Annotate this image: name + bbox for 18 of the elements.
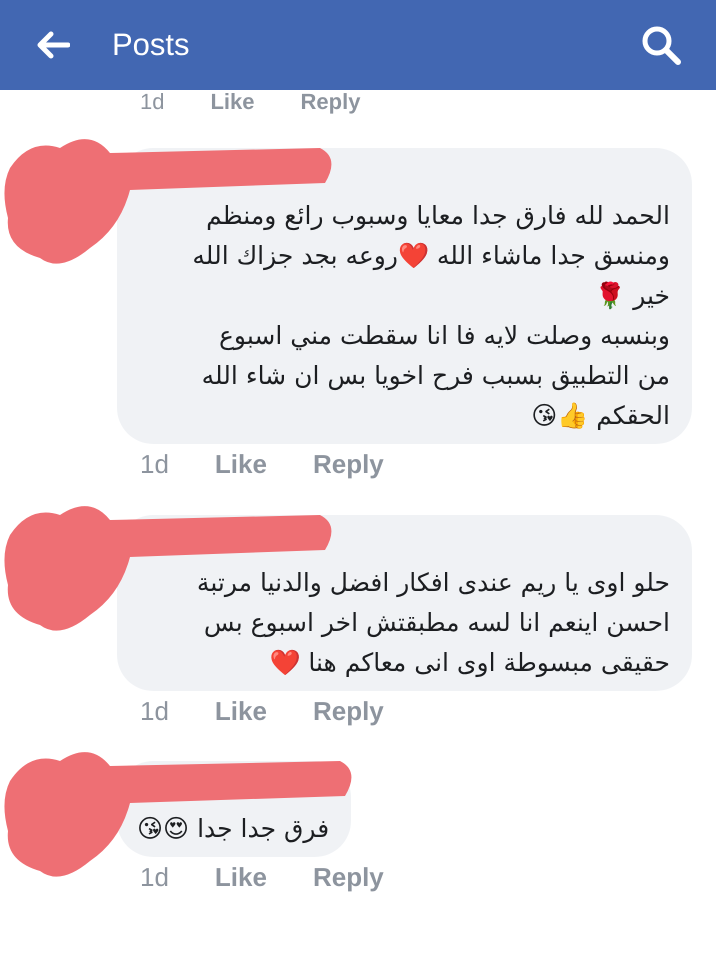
reply-link[interactable]: Reply: [312, 863, 384, 892]
search-icon[interactable]: [640, 24, 682, 66]
comment-time: 1d: [140, 863, 169, 892]
header-title: Posts: [112, 27, 191, 63]
like-link[interactable]: Like: [214, 863, 267, 892]
comment-text: حلو اوى يا ريم عندى افكار افضل والدنيا مرتبة احسن اينعم انا لسه مطبقتش اخر اسبوع بس حقيقى مبسوطة اوى انى معاكم هنا ❤: [196, 566, 670, 680]
like-link[interactable]: Like: [214, 696, 267, 726]
reply-link[interactable]: Reply: [312, 696, 384, 726]
comment-text: فرق جدا جدا 😍😘: [137, 813, 330, 846]
like-link[interactable]: Like: [214, 450, 267, 479]
reply-link[interactable]: Reply: [312, 450, 384, 479]
comment-time: 1d: [140, 450, 169, 479]
back-arrow-icon[interactable]: [36, 31, 70, 59]
reply-link[interactable]: Reply: [300, 90, 360, 114]
comment-time: 1d: [140, 90, 164, 114]
comment-text: الحمد لله فارق جدا معايا وسبوب رائع ومنظم ومنسق جدا ماشاء الله ❤روعه بجد جزاك الله خير 🌹 وبنسبه وصلت لايه فا انا سقطت مني اسبوع من التطبيق بسبب فرح اخويا بس ان شاء الله الحقكم 👍😘: [191, 200, 670, 432]
comment-time: 1d: [140, 696, 169, 726]
like-link[interactable]: Like: [210, 90, 255, 114]
